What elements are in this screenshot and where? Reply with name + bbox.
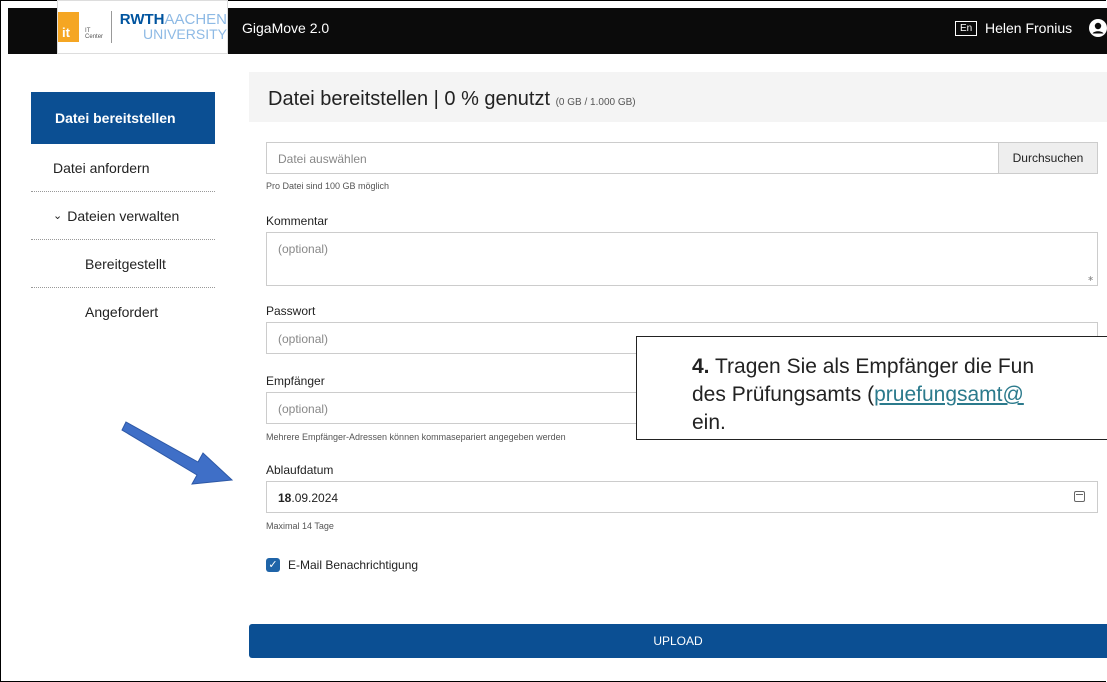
expiry-month-year: .09.2024	[291, 491, 339, 505]
file-input-placeholder: Datei auswählen	[278, 152, 367, 166]
rwth-logo[interactable]: it IT Center RWTHAACHEN UNIVERSITY	[57, 0, 228, 54]
panel-header: Datei bereitstellen | 0 % genutzt (0 GB …	[249, 72, 1107, 123]
university-text: UNIVERSITY	[142, 25, 227, 42]
user-name[interactable]: Helen Fronius	[985, 20, 1072, 36]
user-icon[interactable]	[1089, 19, 1107, 37]
callout-line-3: ein.	[692, 411, 726, 434]
comment-textarea[interactable]: (optional) ∗	[266, 232, 1098, 286]
email-notification-label[interactable]: E-Mail Benachrichtigung	[288, 558, 418, 572]
sidebar-nav: Datei bereitstellen Datei anfordern ⌄ Dat…	[31, 92, 215, 336]
file-size-hint: Pro Datei sind 100 GB möglich	[266, 181, 390, 191]
file-input[interactable]: Datei auswählen Durchsuchen	[266, 142, 1098, 174]
upload-button[interactable]: UPLOAD	[249, 624, 1107, 658]
language-button[interactable]: En	[955, 21, 978, 36]
sidebar-item-label: Dateien verwalten	[67, 207, 180, 224]
sidebar-item-label: Datei bereitstellen	[55, 110, 176, 126]
password-placeholder: (optional)	[278, 332, 329, 346]
comment-placeholder: (optional)	[278, 242, 329, 256]
callout-line-2: des Prüfungsamts (	[692, 383, 875, 406]
page-title-text: Datei bereitstellen | 0 % genutzt	[268, 88, 551, 110]
expiry-date-value: 18.09.2024	[278, 491, 338, 505]
sidebar-item-label: Bereitgestellt	[85, 255, 166, 272]
page-title: Datei bereitstellen | 0 % genutzt (0 GB …	[268, 88, 636, 111]
sidebar-item-datei-anfordern[interactable]: Datei anfordern	[31, 144, 215, 192]
sidebar-item-datei-bereitstellen[interactable]: Datei bereitstellen	[31, 92, 215, 144]
app-title[interactable]: GigaMove 2.0	[242, 20, 329, 36]
sidebar-item-label: Datei anfordern	[53, 159, 150, 176]
sidebar-item-bereitgestellt[interactable]: Bereitgestellt	[31, 240, 215, 288]
chevron-down-icon: ⌄	[53, 210, 63, 222]
instruction-callout: 4. Tragen Sie als Empfänger die Fun des …	[636, 336, 1107, 440]
expiry-hint: Maximal 14 Tage	[266, 521, 334, 531]
sidebar-item-angefordert[interactable]: Angefordert	[31, 288, 215, 336]
recipient-hint: Mehrere Empfänger-Adressen können kommas…	[266, 432, 566, 442]
callout-text: 4. Tragen Sie als Empfänger die Fun des …	[692, 353, 1034, 437]
rwth-wordmark: RWTHAACHEN UNIVERSITY	[120, 12, 227, 42]
expiry-label: Ablaufdatum	[266, 463, 334, 477]
it-center-label: IT Center	[85, 28, 104, 40]
browse-button[interactable]: Durchsuchen	[998, 143, 1097, 173]
it-logo-text: it	[62, 25, 70, 40]
recipient-placeholder: (optional)	[278, 402, 329, 416]
pointer-arrow-icon	[121, 421, 234, 485]
callout-line-1: Tragen Sie als Empfänger die Fun	[709, 355, 1035, 378]
sidebar-item-dateien-verwalten[interactable]: ⌄ Dateien verwalten	[31, 192, 215, 240]
it-center-logo-icon: it	[58, 12, 80, 42]
expiry-day: 18	[278, 491, 292, 505]
comment-label: Kommentar	[266, 214, 329, 228]
recipient-label: Empfänger	[266, 374, 325, 388]
expiry-date-field[interactable]: 18.09.2024	[266, 481, 1098, 513]
callout-email-link[interactable]: pruefungsamt@	[874, 383, 1024, 406]
password-label: Passwort	[266, 304, 316, 318]
sidebar-item-label: Angefordert	[85, 304, 159, 320]
callout-step-number: 4.	[692, 355, 710, 378]
storage-usage: (0 GB / 1.000 GB)	[555, 97, 636, 108]
logo-divider	[111, 11, 112, 43]
calendar-icon[interactable]	[1074, 491, 1085, 502]
resize-handle-icon[interactable]: ∗	[1087, 274, 1094, 283]
email-notification-checkbox[interactable]: ✓	[266, 558, 280, 572]
